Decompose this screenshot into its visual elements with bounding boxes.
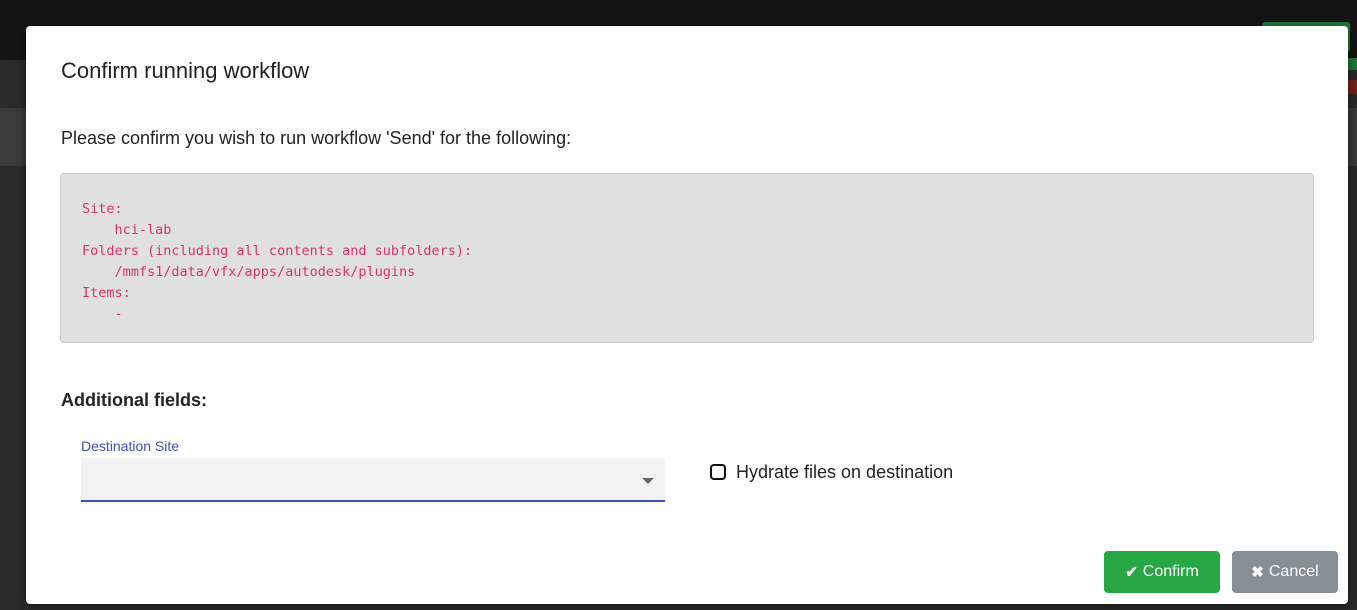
confirm-button[interactable]: ✔ Confirm <box>1104 551 1220 593</box>
workflow-details-text: Site: hci-lab Folders (including all con… <box>82 201 473 322</box>
dialog-title: Confirm running workflow <box>61 58 310 83</box>
destination-site-select[interactable] <box>81 458 665 502</box>
additional-fields-heading: Additional fields: <box>61 390 207 410</box>
caret-down-icon <box>642 478 654 484</box>
workflow-details-box: Site: hci-lab Folders (including all con… <box>60 173 1314 343</box>
check-icon: ✔ <box>1125 564 1138 581</box>
confirm-message: Please confirm you wish to run workflow … <box>61 128 572 148</box>
confirm-workflow-dialog: Confirm running workflow Please confirm … <box>26 26 1348 604</box>
hydrate-files-option[interactable]: Hydrate files on destination <box>710 460 953 484</box>
hydrate-files-label: Hydrate files on destination <box>736 461 954 482</box>
close-icon: ✖ <box>1251 564 1264 581</box>
cancel-button-label: Cancel <box>1268 563 1319 580</box>
cancel-button[interactable]: ✖ Cancel <box>1232 551 1338 593</box>
hydrate-files-checkbox[interactable] <box>710 464 726 480</box>
confirm-button-label: Confirm <box>1142 563 1199 580</box>
destination-site-label: Destination Site <box>81 438 180 454</box>
